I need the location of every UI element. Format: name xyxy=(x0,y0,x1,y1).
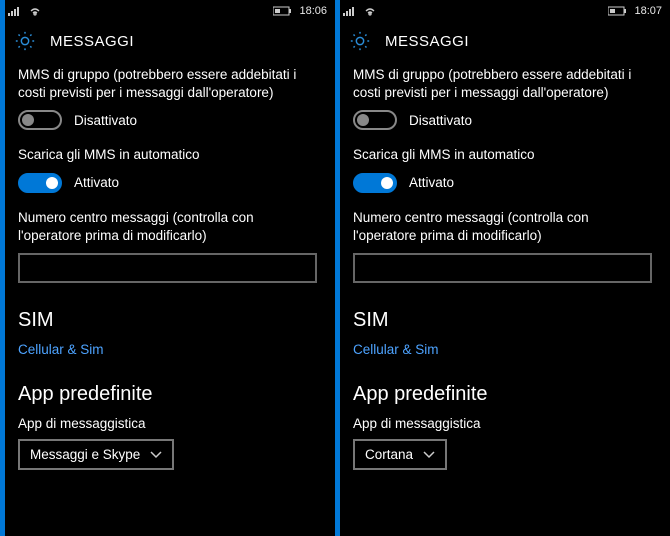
cellular-sim-link[interactable]: Cellular & Sim xyxy=(18,342,317,357)
settings-content: MMS di gruppo (potrebbero essere addebit… xyxy=(335,62,670,536)
phone-screen-left: 18:06 MESSAGGI MMS di gruppo (potrebbero… xyxy=(0,0,335,536)
group-mms-setting: MMS di gruppo (potrebbero essere addebit… xyxy=(18,66,317,130)
smsc-input[interactable] xyxy=(18,253,317,283)
wifi-icon xyxy=(363,6,377,16)
messaging-app-selected: Messaggi e Skype xyxy=(30,447,140,462)
chevron-down-icon xyxy=(423,447,435,462)
messaging-app-selected: Cortana xyxy=(365,447,413,462)
gear-icon xyxy=(14,30,36,52)
status-bar: 18:06 xyxy=(0,0,335,22)
gear-icon xyxy=(349,30,371,52)
cellular-signal-icon xyxy=(8,6,22,16)
settings-content: MMS di gruppo (potrebbero essere addebit… xyxy=(0,62,335,536)
messaging-app-dropdown[interactable]: Cortana xyxy=(353,439,447,470)
auto-download-state: Attivato xyxy=(74,175,119,190)
page-header: MESSAGGI xyxy=(335,22,670,62)
group-mms-label: MMS di gruppo (potrebbero essere addebit… xyxy=(353,66,652,102)
auto-download-label: Scarica gli MMS in automatico xyxy=(18,146,317,164)
default-apps-heading: App predefinite xyxy=(18,383,317,406)
page-header: MESSAGGI xyxy=(0,22,335,62)
clock: 18:06 xyxy=(299,5,327,17)
sim-heading: SIM xyxy=(353,309,652,332)
smsc-input[interactable] xyxy=(353,253,652,283)
auto-download-setting: Scarica gli MMS in automatico Attivato xyxy=(18,146,317,192)
group-mms-toggle[interactable] xyxy=(18,110,62,130)
smsc-setting: Numero centro messaggi (controlla con l'… xyxy=(353,209,652,283)
group-mms-setting: MMS di gruppo (potrebbero essere addebit… xyxy=(353,66,652,130)
page-title: MESSAGGI xyxy=(385,33,469,50)
battery-icon xyxy=(273,6,293,16)
accent-rail xyxy=(0,0,5,536)
auto-download-setting: Scarica gli MMS in automatico Attivato xyxy=(353,146,652,192)
accent-rail xyxy=(335,0,340,536)
clock: 18:07 xyxy=(634,5,662,17)
messaging-app-label: App di messaggistica xyxy=(18,416,317,431)
auto-download-toggle[interactable] xyxy=(18,173,62,193)
group-mms-state: Disattivato xyxy=(74,113,137,128)
auto-download-label: Scarica gli MMS in automatico xyxy=(353,146,652,164)
smsc-label: Numero centro messaggi (controlla con l'… xyxy=(353,209,652,245)
default-apps-heading: App predefinite xyxy=(353,383,652,406)
smsc-setting: Numero centro messaggi (controlla con l'… xyxy=(18,209,317,283)
smsc-label: Numero centro messaggi (controlla con l'… xyxy=(18,209,317,245)
group-mms-label: MMS di gruppo (potrebbero essere addebit… xyxy=(18,66,317,102)
auto-download-state: Attivato xyxy=(409,175,454,190)
status-bar: 18:07 xyxy=(335,0,670,22)
sim-heading: SIM xyxy=(18,309,317,332)
battery-icon xyxy=(608,6,628,16)
messaging-app-label: App di messaggistica xyxy=(353,416,652,431)
auto-download-toggle[interactable] xyxy=(353,173,397,193)
messaging-app-dropdown[interactable]: Messaggi e Skype xyxy=(18,439,174,470)
group-mms-toggle[interactable] xyxy=(353,110,397,130)
page-title: MESSAGGI xyxy=(50,33,134,50)
group-mms-state: Disattivato xyxy=(409,113,472,128)
phone-screen-right: 18:07 MESSAGGI MMS di gruppo (potrebbero… xyxy=(335,0,670,536)
chevron-down-icon xyxy=(150,447,162,462)
cellular-sim-link[interactable]: Cellular & Sim xyxy=(353,342,652,357)
cellular-signal-icon xyxy=(343,6,357,16)
wifi-icon xyxy=(28,6,42,16)
